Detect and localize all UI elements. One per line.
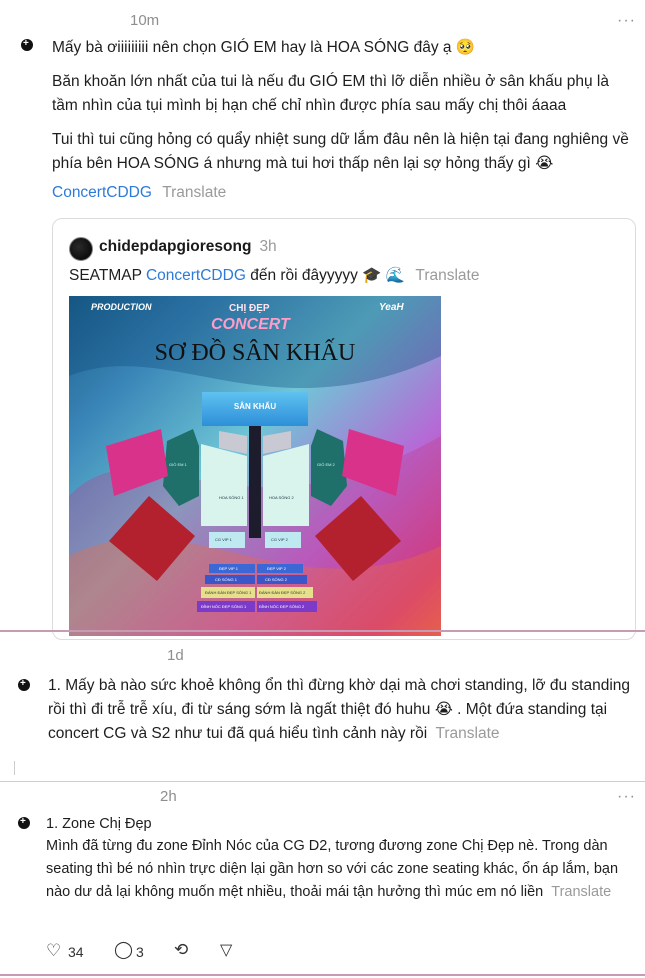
post-paragraph: 1. Mấy bà nào sức khoẻ không ổn thì đừng… bbox=[48, 677, 631, 742]
username[interactable]: chidepdapgioresong 3h bbox=[99, 238, 277, 256]
translate-link[interactable]: Translate bbox=[415, 267, 479, 284]
zone-label: ĐÁNH ĐÀN ĐẸP SÓNG 1 bbox=[205, 590, 252, 595]
post-tags: ConcertCDDG Translate bbox=[52, 181, 226, 205]
post-paragraph: Tui thì tui cũng hỏng có quẩy nhiệt sung… bbox=[52, 131, 629, 172]
thread-bullet-icon bbox=[18, 678, 30, 691]
screenshot-divider bbox=[0, 781, 645, 782]
stage-label: SÂN KHẤU bbox=[233, 402, 277, 411]
more-options-button[interactable]: ··· bbox=[617, 788, 636, 806]
screenshot-divider bbox=[0, 974, 645, 976]
translate-link[interactable]: Translate bbox=[162, 184, 226, 201]
thread-bullet-icon bbox=[18, 816, 30, 829]
zone-label: CĐ SÓNG 2 bbox=[265, 577, 288, 582]
post-headline: Mấy bà ơiiiiiiiii nên chọn GIÓ EM hay là… bbox=[52, 39, 476, 56]
translate-link[interactable]: Translate bbox=[551, 884, 611, 900]
thread-bullet-icon bbox=[21, 38, 33, 51]
post-paragraph: Mình đã từng đu zone Đỉnh Nóc của CG D2,… bbox=[46, 838, 619, 900]
production-logo: PRODUCTION bbox=[91, 302, 152, 312]
zone-label: CG VIP 1 bbox=[215, 537, 232, 542]
hashtag-link[interactable]: ConcertCDDG bbox=[146, 267, 246, 284]
hashtag-link[interactable]: ConcertCDDG bbox=[52, 184, 152, 201]
post-time: 10m bbox=[130, 12, 160, 29]
zone-label: ĐỈNH NÓC ĐẸP SÓNG 2 bbox=[259, 604, 305, 609]
yeah-logo: YeaH bbox=[379, 302, 404, 313]
zone-label: ĐẸP VIP 2 bbox=[267, 566, 286, 571]
post-title: 1. Zone Chị Đẹp bbox=[46, 816, 152, 832]
brand-top: CHỊ ĐẸP bbox=[229, 303, 270, 314]
reply-count: 3 bbox=[136, 944, 144, 960]
poster-title: SƠ ĐỒ SÂN KHẤU bbox=[154, 340, 356, 366]
post-paragraph: Băn khoăn lớn nhất của tui là nếu đu GIÓ… bbox=[52, 73, 609, 114]
zone-label: ĐẸP VIP 1 bbox=[219, 566, 238, 571]
like-icon[interactable]: ♡ bbox=[46, 941, 61, 961]
brand-logo: CONCERT bbox=[211, 316, 290, 333]
zone-label: ĐỈNH NÓC ĐẸP SÓNG 1 bbox=[201, 604, 247, 609]
zone-label: GIÓ EM 2 bbox=[317, 462, 335, 467]
screenshot-divider bbox=[0, 630, 645, 632]
zone-label: GIÓ EM 1 bbox=[169, 462, 187, 467]
zone-label: HOA SÓNG 1 bbox=[219, 495, 244, 500]
post-time: 2h bbox=[160, 788, 177, 805]
zone-label: CĐ SÓNG 1 bbox=[215, 577, 238, 582]
repost-icon[interactable]: ⟲ bbox=[174, 940, 188, 960]
zone-label: ĐÁNH ĐÀN ĐẸP SÓNG 2 bbox=[259, 590, 306, 595]
like-count: 34 bbox=[68, 944, 84, 960]
share-icon[interactable]: ▽ bbox=[220, 940, 232, 960]
reply-icon[interactable]: ◯ bbox=[114, 940, 133, 960]
avatar[interactable] bbox=[69, 237, 93, 261]
seatmap-image[interactable]: PRODUCTION YeaH CHỊ ĐẸP CONCERT SƠ ĐỒ SÂ… bbox=[69, 296, 441, 636]
more-options-button[interactable]: ··· bbox=[617, 12, 636, 30]
quoted-post[interactable]: chidepdapgioresong 3h SEATMAP ConcertCDDG… bbox=[52, 218, 636, 640]
zone-label: HOA SÓNG 2 bbox=[269, 495, 294, 500]
zone-label: CG VIP 2 bbox=[271, 537, 288, 542]
translate-link[interactable]: Translate bbox=[435, 725, 499, 742]
quote-time: 3h bbox=[259, 238, 277, 255]
post-time: 1d bbox=[167, 647, 184, 664]
quote-text: SEATMAP ConcertCDDG đến rồi đâyyyyy 🎓 🌊 … bbox=[69, 267, 480, 284]
